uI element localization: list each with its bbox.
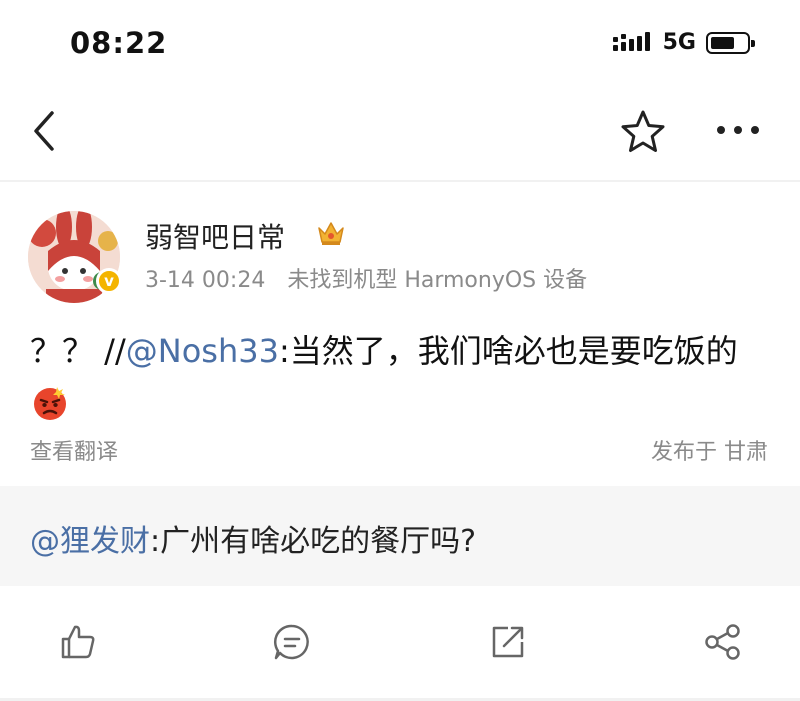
verified-v-icon: v bbox=[96, 268, 122, 294]
translate-button[interactable]: 查看翻译 bbox=[30, 434, 118, 466]
share-icon[interactable] bbox=[703, 622, 743, 662]
post-device: 未找到机型 HarmonyOS 设备 bbox=[287, 268, 588, 293]
back-arrow-icon[interactable] bbox=[28, 107, 60, 155]
signal-icon bbox=[612, 31, 650, 51]
battery-icon bbox=[706, 31, 755, 54]
more-menu-icon[interactable] bbox=[715, 123, 761, 137]
battery-level-fill bbox=[711, 36, 734, 49]
angry-face-emoji bbox=[34, 387, 66, 420]
content-prefix: ？？ // bbox=[30, 332, 126, 370]
repost-mention-link[interactable]: @狸发财 bbox=[30, 524, 150, 559]
header-divider bbox=[0, 180, 800, 182]
favorite-star-icon[interactable] bbox=[620, 109, 666, 155]
repost-body: :广州有啥必吃的餐厅吗? bbox=[150, 524, 477, 559]
action-bar bbox=[0, 600, 800, 690]
clock-time: 08:22 bbox=[70, 26, 168, 60]
post-timestamp: 3-14 00:24 bbox=[145, 268, 266, 293]
like-icon[interactable] bbox=[58, 622, 98, 662]
comment-icon[interactable] bbox=[272, 622, 312, 662]
post-content: ？？ //@Nosh33:当然了，我们啥必也是要吃饭的 bbox=[30, 326, 770, 426]
mention-link[interactable]: @Nosh33 bbox=[126, 332, 279, 370]
content-body: :当然了，我们啥必也是要吃饭的 bbox=[278, 332, 738, 370]
repost-text: @狸发财:广州有啥必吃的餐厅吗? bbox=[30, 516, 476, 560]
network-type: 5G bbox=[662, 30, 696, 55]
post-location: 发布于 甘肃 bbox=[651, 440, 768, 465]
reposted-content[interactable]: @狸发财:广州有啥必吃的餐厅吗? bbox=[0, 486, 800, 586]
post-meta: 3-14 00:24 未找到机型 HarmonyOS 设备 bbox=[145, 262, 609, 294]
crown-badge-icon bbox=[318, 222, 344, 245]
author-name[interactable]: 弱智吧日常 bbox=[145, 216, 285, 256]
status-bar: 08:22 5G bbox=[0, 0, 800, 90]
status-indicators: 5G bbox=[612, 30, 755, 55]
repost-icon[interactable] bbox=[488, 622, 528, 662]
top-nav-bar bbox=[0, 95, 800, 175]
